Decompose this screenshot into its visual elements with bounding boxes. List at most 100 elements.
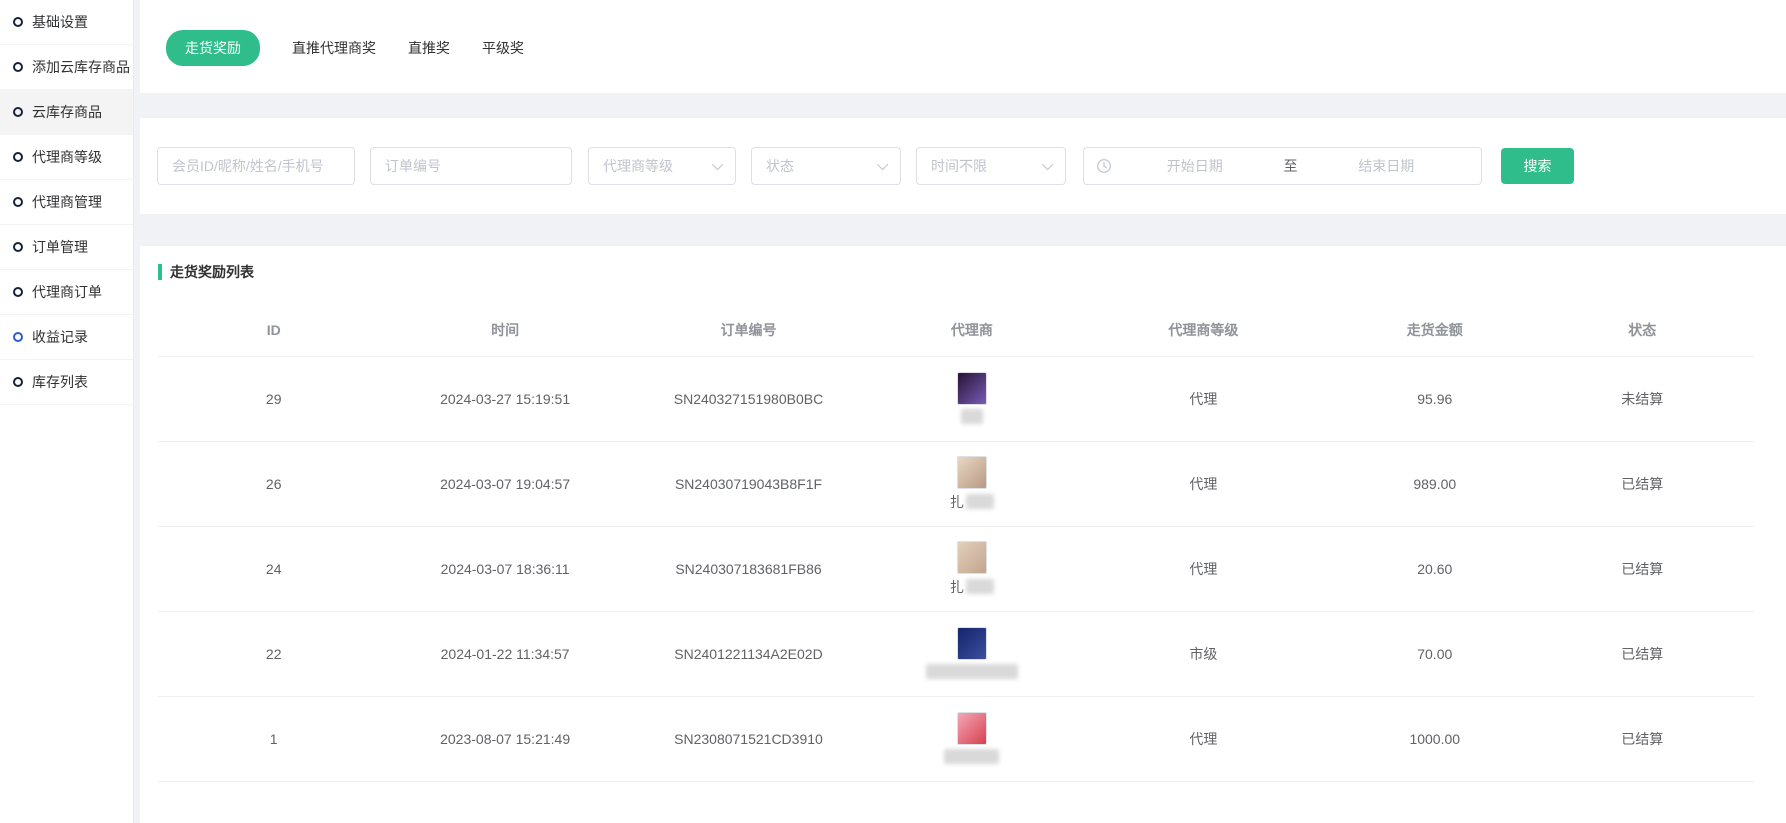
tab-direct-reward[interactable]: 直推奖: [408, 38, 450, 58]
cell-amount: 20.60: [1339, 526, 1531, 611]
sidebar-item[interactable]: 代理商等级: [0, 135, 133, 180]
column-header: ID: [158, 304, 389, 356]
cell-amount: 1000.00: [1339, 696, 1531, 781]
cell-amount: 95.96: [1339, 356, 1531, 441]
reward-tabs: 走货奖励 直推代理商奖 直推奖 平级奖: [166, 30, 1786, 66]
search-button[interactable]: 搜索: [1501, 148, 1574, 184]
order-no-input[interactable]: [385, 158, 571, 174]
tabs-card: 走货奖励 直推代理商奖 直推奖 平级奖: [140, 0, 1786, 93]
agent-name: [961, 408, 983, 426]
cell-id: 22: [158, 611, 389, 696]
start-date-placeholder[interactable]: 开始日期: [1112, 156, 1278, 176]
radio-circle-icon: [13, 332, 23, 342]
agent-cell: 扎: [876, 541, 1068, 597]
date-separator: 至: [1278, 156, 1304, 176]
radio-circle-icon: [13, 62, 23, 72]
sidebar-item-label: 添加云库存商品: [32, 57, 130, 77]
main-content: 走货奖励 直推代理商奖 直推奖 平级奖 代理商等级 状态: [134, 0, 1786, 823]
sidebar-item[interactable]: 订单管理: [0, 225, 133, 270]
cell-id: 26: [158, 441, 389, 526]
cell-order-no: SN240307183681FB86: [621, 526, 876, 611]
clock-icon: [1096, 158, 1112, 174]
table-row: 222024-01-22 11:34:57SN2401221134A2E02D市…: [158, 611, 1754, 696]
radio-circle-icon: [13, 377, 23, 387]
agent-name-redacted: [966, 579, 994, 594]
spacer: [140, 214, 1786, 246]
table-row: 262024-03-07 19:04:57SN24030719043B8F1F 扎…: [158, 441, 1754, 526]
sidebar-item-label: 收益记录: [32, 327, 88, 347]
sidebar-item-label: 代理商订单: [32, 282, 102, 302]
agent-name: 扎: [950, 492, 994, 512]
cell-status: 未结算: [1531, 356, 1754, 441]
sidebar-item[interactable]: 云库存商品: [0, 90, 133, 135]
column-header: 走货金额: [1339, 304, 1531, 356]
spacer: [140, 93, 1786, 118]
agent-avatar: [957, 372, 987, 405]
sidebar-item[interactable]: 添加云库存商品: [0, 45, 133, 90]
sidebar-item-label: 订单管理: [32, 237, 88, 257]
agent-name-visible: 扎: [950, 492, 964, 512]
table-body: 292024-03-27 15:19:51SN240327151980B0BC代…: [158, 356, 1754, 781]
cell-status: 已结算: [1531, 696, 1754, 781]
cell-id: 24: [158, 526, 389, 611]
cell-amount: 989.00: [1339, 441, 1531, 526]
section-title: 走货奖励列表: [158, 262, 1754, 282]
order-no-field[interactable]: [370, 147, 572, 185]
status-select-placeholder: 状态: [766, 156, 794, 176]
member-search-input[interactable]: [172, 158, 354, 174]
cell-status: 已结算: [1531, 526, 1754, 611]
sidebar-item[interactable]: 代理商管理: [0, 180, 133, 225]
agent-level-select-placeholder: 代理商等级: [603, 156, 673, 176]
column-header: 时间: [389, 304, 620, 356]
sidebar-item[interactable]: 代理商订单: [0, 270, 133, 315]
sidebar-item-label: 云库存商品: [32, 102, 102, 122]
status-select[interactable]: 状态: [751, 147, 901, 185]
time-range-select[interactable]: 时间不限: [916, 147, 1066, 185]
sidebar-item-label: 库存列表: [32, 372, 88, 392]
agent-name-redacted: [961, 409, 983, 424]
sidebar-menu: 基础设置添加云库存商品云库存商品代理商等级代理商管理订单管理代理商订单收益记录库…: [0, 0, 134, 823]
tab-direct-agent-reward[interactable]: 直推代理商奖: [292, 38, 376, 58]
chevron-down-icon: [877, 159, 888, 170]
time-range-select-placeholder: 时间不限: [931, 156, 987, 176]
agent-name-visible: 扎: [950, 577, 964, 597]
sidebar-item[interactable]: 收益记录: [0, 315, 133, 360]
reward-list-card: 走货奖励列表 ID时间订单编号代理商代理商等级走货金额状态 292024-03-…: [140, 246, 1786, 823]
agent-name: 扎: [950, 577, 994, 597]
agent-avatar: [957, 627, 987, 660]
cell-agent-level: 代理: [1068, 696, 1339, 781]
agent-name-redacted: [944, 749, 999, 764]
member-search-field[interactable]: [157, 147, 355, 185]
sidebar-item[interactable]: 库存列表: [0, 360, 133, 405]
table-row: 12023-08-07 15:21:49SN2308071521CD3910代理…: [158, 696, 1754, 781]
agent-cell: [876, 712, 1068, 766]
cell-time: 2024-03-27 15:19:51: [389, 356, 620, 441]
app-layout: 基础设置添加云库存商品云库存商品代理商等级代理商管理订单管理代理商订单收益记录库…: [0, 0, 1786, 823]
cell-order-no: SN240327151980B0BC: [621, 356, 876, 441]
chevron-down-icon: [1042, 159, 1053, 170]
radio-circle-icon: [13, 287, 23, 297]
cell-order-no: SN2308071521CD3910: [621, 696, 876, 781]
radio-circle-icon: [13, 17, 23, 27]
chevron-down-icon: [712, 159, 723, 170]
table-header-row: ID时间订单编号代理商代理商等级走货金额状态: [158, 304, 1754, 356]
agent-cell: [876, 627, 1068, 681]
cell-agent: [876, 611, 1068, 696]
cell-agent-level: 代理: [1068, 356, 1339, 441]
sidebar-item[interactable]: 基础设置: [0, 0, 133, 45]
end-date-placeholder[interactable]: 结束日期: [1304, 156, 1470, 176]
cell-status: 已结算: [1531, 441, 1754, 526]
date-range-picker[interactable]: 开始日期 至 结束日期: [1083, 147, 1482, 185]
cell-order-no: SN24030719043B8F1F: [621, 441, 876, 526]
column-header: 订单编号: [621, 304, 876, 356]
agent-name-redacted: [966, 494, 994, 509]
cell-agent-level: 代理: [1068, 441, 1339, 526]
tab-peer-reward[interactable]: 平级奖: [482, 38, 524, 58]
agent-avatar: [957, 456, 987, 489]
agent-name: [944, 748, 999, 766]
cell-time: 2024-03-07 19:04:57: [389, 441, 620, 526]
sidebar-item-label: 代理商管理: [32, 192, 102, 212]
tab-shipment-reward[interactable]: 走货奖励: [166, 30, 260, 66]
agent-level-select[interactable]: 代理商等级: [588, 147, 736, 185]
section-title-text: 走货奖励列表: [170, 262, 254, 282]
